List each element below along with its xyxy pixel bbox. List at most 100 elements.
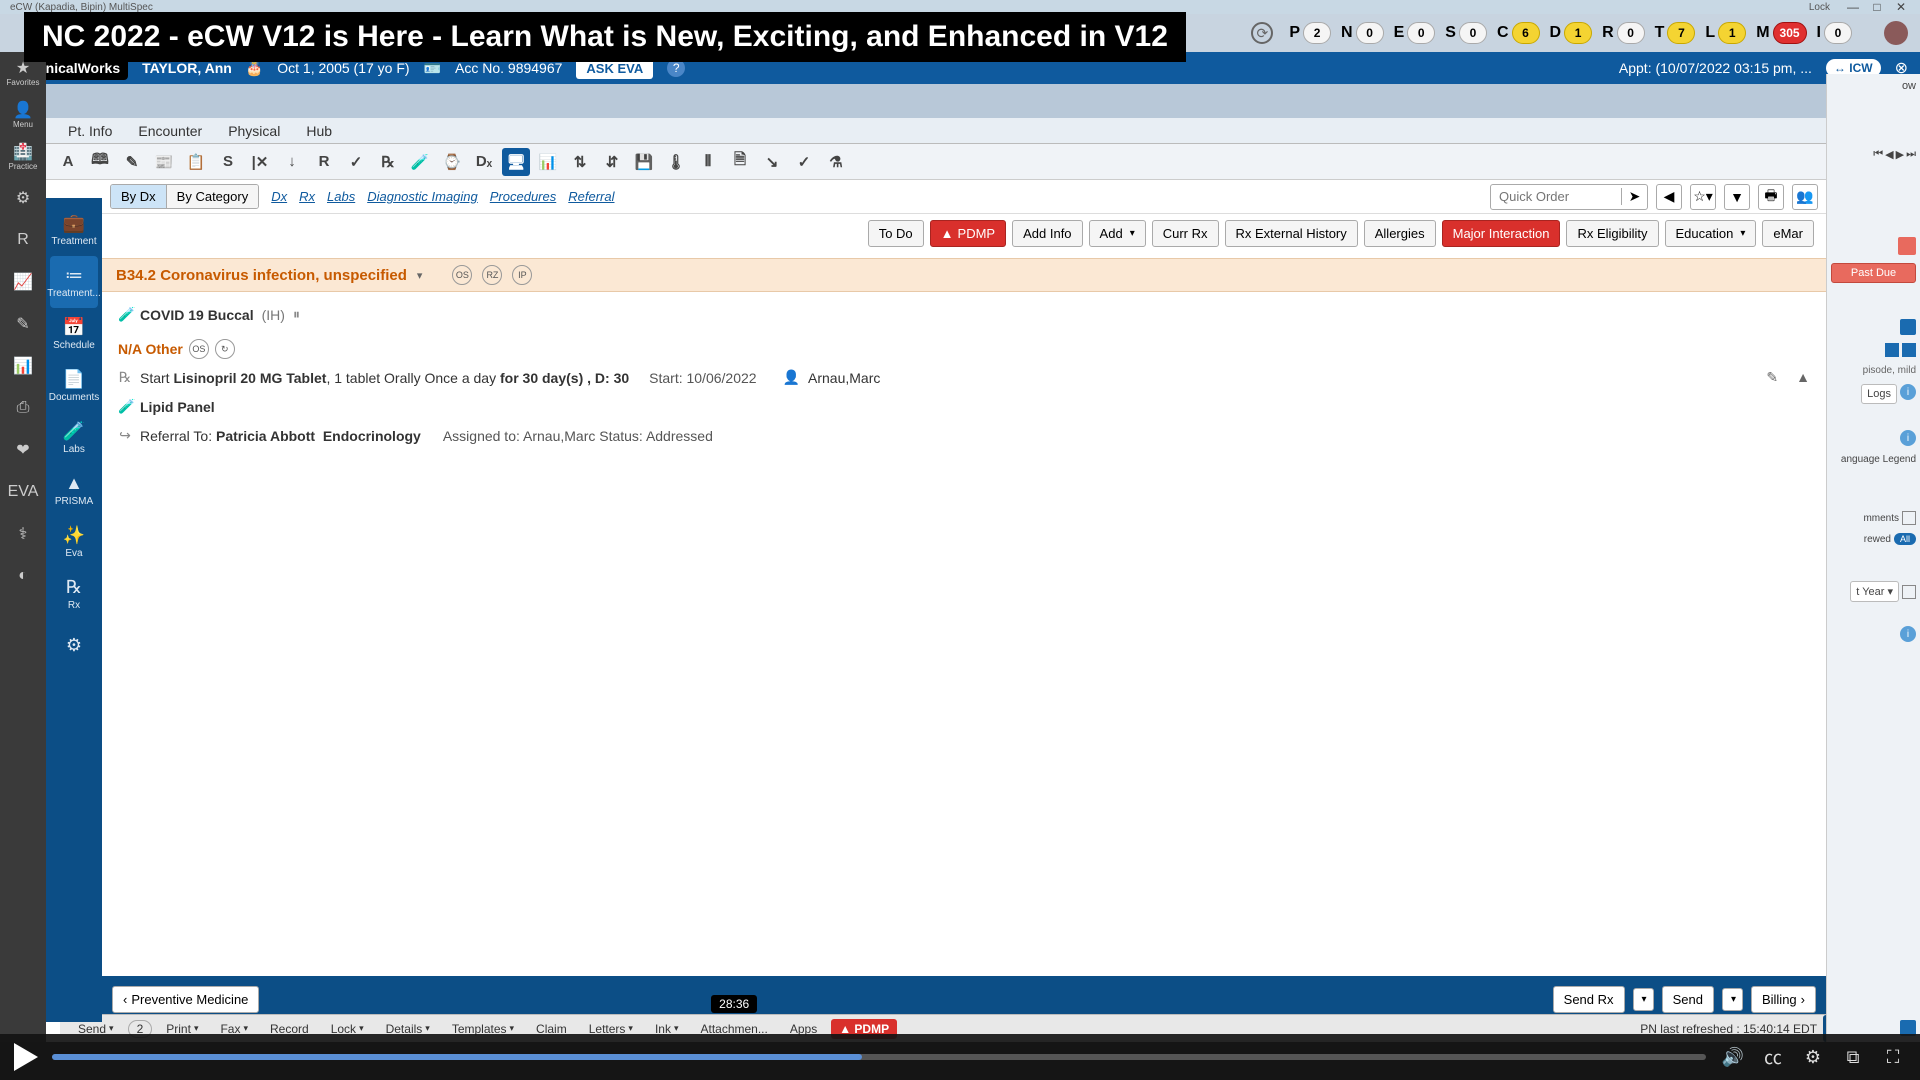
toolbar-icon-5[interactable]: S [214,148,242,176]
covid-order-row[interactable]: 🧪 COVID 19 Buccal (IH) ⏸ [114,300,1814,329]
pip-icon[interactable]: ⧉ [1840,1044,1866,1070]
toolbar-icon-14[interactable]: 🖥 [502,148,530,176]
send-menu[interactable] [1722,988,1743,1011]
filter-dx[interactable]: Dx [271,189,287,204]
settings-icon[interactable]: 👥 [1792,184,1818,210]
checkbox-2[interactable] [1902,585,1916,599]
toolbar-icon-18[interactable]: 💾 [630,148,658,176]
bean-c[interactable]: C6 [1497,22,1540,44]
toolbar-icon-16[interactable]: ⇅ [566,148,594,176]
toolbar-icon-3[interactable]: 📰 [150,148,178,176]
side-rx[interactable]: ℞Rx [50,568,98,620]
lipid-order-row[interactable]: 🧪 Lipid Panel [114,392,1814,421]
side-documents[interactable]: 📄Documents [50,360,98,412]
toolbar-icon-20[interactable]: ⫴ [694,148,722,176]
bean-t[interactable]: T7 [1655,22,1696,44]
side-treatment[interactable]: 💼Treatment [50,204,98,256]
side-prisma[interactable]: ▲PRISMA [50,464,98,516]
bean-p[interactable]: P2 [1289,22,1331,44]
bean-r[interactable]: R0 [1602,22,1645,44]
print-icon[interactable]: 🖶 [1758,184,1784,210]
rx-order-row[interactable]: ℞ Start Lisinopril 20 MG Tablet, 1 table… [114,363,1814,392]
dx-ring-rz[interactable]: RZ [482,265,502,285]
side-eva[interactable]: ✨Eva [50,516,98,568]
add-info-button[interactable]: Add Info [1012,220,1082,247]
nav-⚕[interactable]: ⚕ [7,518,39,550]
settings-gear-icon[interactable]: ⚙ [1800,1044,1826,1070]
dx-ring-ip[interactable]: IP [512,265,532,285]
info-icon-2[interactable]: i [1900,430,1916,446]
toolbar-icon-4[interactable]: 📋 [182,148,210,176]
other-section-header[interactable]: N/A Other OS ↻ [114,329,1814,363]
nav-📊[interactable]: 📊 [7,350,39,382]
volume-icon[interactable]: 🔊 [1720,1044,1746,1070]
prev-medicine-nav[interactable]: ‹Preventive Medicine [112,986,259,1013]
filter-labs[interactable]: Labs [327,189,355,204]
send-button[interactable]: Send [1662,986,1714,1013]
tab-hub[interactable]: Hub [294,119,344,143]
nav-last-icon[interactable]: ⏭ [1906,148,1916,161]
side-[interactable]: ⚙ [50,620,98,672]
toolbar-icon-12[interactable]: ⌚ [438,148,466,176]
appointment-label[interactable]: Appt: (10/07/2022 03:15 pm, ... [1619,60,1812,76]
edit-icon[interactable]: ✎ [1766,369,1778,386]
toolbar-icon-7[interactable]: ↓ [278,148,306,176]
emar-button[interactable]: eMar [1762,220,1814,247]
quick-order[interactable]: ➤ [1490,184,1648,210]
blue-square-3[interactable] [1902,343,1916,357]
nav-📈[interactable]: 📈 [7,266,39,298]
nav-r[interactable]: R [7,224,39,256]
nav-prev-icon[interactable]: ◀ [1656,184,1682,210]
bean-l[interactable]: L1 [1705,22,1746,44]
bean-m[interactable]: M305 [1756,22,1806,44]
bean-i[interactable]: I0 [1817,22,1852,44]
toolbar-icon-9[interactable]: ✓ [342,148,370,176]
other-ring-refresh[interactable]: ↻ [215,339,235,359]
captions-icon[interactable]: ㏄ [1760,1044,1786,1070]
toolbar-icon-0[interactable]: A [54,148,82,176]
filter-icon[interactable]: ▼ [1724,184,1750,210]
play-button[interactable] [14,1043,38,1071]
view-toggle[interactable]: By Dx By Category [110,184,259,209]
fullscreen-icon[interactable]: ⛶ [1880,1044,1906,1070]
filter-referral[interactable]: Referral [568,189,614,204]
nav-first-icon[interactable]: ⏮ [1873,148,1883,161]
toolbar-icon-13[interactable]: Dₓ [470,148,498,176]
video-timeline[interactable] [52,1054,1706,1060]
toolbar-icon-10[interactable]: ℞ [374,148,402,176]
filter-rx[interactable]: Rx [299,189,315,204]
bean-s[interactable]: S0 [1445,22,1487,44]
toolbar-icon-24[interactable]: ⚗ [822,148,850,176]
blue-square-2[interactable] [1885,343,1899,357]
nav-prev-icon[interactable]: ◀ [1885,148,1893,161]
nav-❤[interactable]: ❤ [7,434,39,466]
other-ring-os[interactable]: OS [189,339,209,359]
quick-order-go-icon[interactable]: ➤ [1621,188,1647,205]
todo-button[interactable]: To Do [868,220,924,247]
quick-order-input[interactable] [1491,189,1621,204]
win-minimize[interactable]: — [1844,0,1862,14]
bean-e[interactable]: E0 [1394,22,1436,44]
toolbar-icon-17[interactable]: ⇵ [598,148,626,176]
pause-icon[interactable]: ⏸ [293,306,300,323]
toolbar-icon-2[interactable]: ✎ [118,148,146,176]
filter-proc[interactable]: Procedures [490,189,556,204]
toolbar-icon-21[interactable]: 🗎 [726,148,754,176]
allergies-button[interactable]: Allergies [1364,220,1436,247]
by-dx-toggle[interactable]: By Dx [111,185,167,208]
blue-square-1[interactable] [1900,319,1916,335]
checkbox-1[interactable] [1902,511,1916,525]
nav-⎙[interactable]: ⎙ [7,392,39,424]
nav-menu[interactable]: 👤Menu [7,98,39,130]
send-rx-menu[interactable] [1633,988,1654,1011]
bean-n[interactable]: N0 [1341,22,1384,44]
referral-row[interactable]: ↪ Referral To: Patricia Abbott Endocrino… [114,421,1814,450]
rx-external-history-button[interactable]: Rx External History [1225,220,1358,247]
nav-✎[interactable]: ✎ [7,308,39,340]
tab-pt-info[interactable]: Pt. Info [56,119,124,143]
nav-next-icon[interactable]: ▶ [1896,148,1904,161]
nav-practice[interactable]: 🏥Practice [7,140,39,172]
curr-rx-button[interactable]: Curr Rx [1152,220,1219,247]
info-icon[interactable]: i [1900,384,1916,400]
dx-dropdown-icon[interactable]: ▾ [417,269,423,282]
